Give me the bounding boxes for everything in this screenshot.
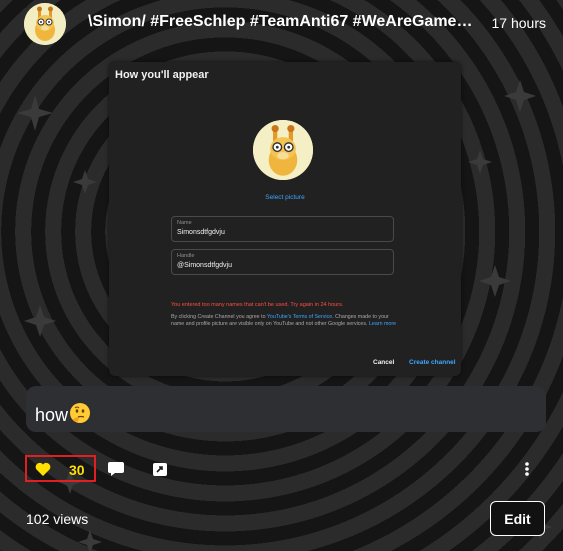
handle-field-value: @Simonsdtfgdvju <box>177 262 232 269</box>
comment-icon[interactable] <box>107 460 125 483</box>
name-field-value: Simonsdtfgdvju <box>177 229 225 236</box>
edit-button[interactable]: Edit <box>490 501 545 536</box>
post-image[interactable]: How you'll appear Select picture Name Si… <box>109 62 461 376</box>
comment-text: how <box>35 405 69 425</box>
terms-prefix: By clicking Create Channel you agree to <box>171 314 267 320</box>
post-header: \Simon/ #FreeSchlep #TeamAnti67 #WeAreGa… <box>0 0 563 48</box>
shot-title: How you'll appear <box>115 69 209 81</box>
handle-field: Handle @Simonsdtfgdvju <box>171 249 394 275</box>
comment-text-wrap: how <box>35 402 91 429</box>
giraffe-avatar-icon <box>253 120 313 180</box>
share-icon[interactable] <box>151 460 169 483</box>
post-time: 17 hours <box>491 15 546 31</box>
name-field: Name Simonsdtfgdvju <box>171 216 394 242</box>
heart-icon <box>35 462 51 482</box>
handle-field-label: Handle <box>177 253 195 259</box>
like-count: 30 <box>69 462 85 478</box>
error-message: You entered too many names that can't be… <box>171 302 344 308</box>
learn-more-link: Learn more <box>368 321 397 327</box>
thinking-face-icon <box>69 402 91 429</box>
shot-cancel-button: Cancel <box>373 359 395 366</box>
select-picture-link: Select picture <box>265 194 305 201</box>
more-vertical-icon[interactable] <box>523 460 531 483</box>
terms-link: YouTube's Terms of Service <box>266 314 333 320</box>
comment-bubble: how <box>26 386 546 432</box>
author-avatar[interactable] <box>24 3 66 45</box>
shot-avatar <box>253 120 313 180</box>
giraffe-avatar-icon <box>24 3 66 45</box>
name-field-label: Name <box>177 220 192 226</box>
post-actions: 30 <box>0 455 563 485</box>
terms-text: By clicking Create Channel you agree to … <box>171 314 399 328</box>
author-name[interactable]: \Simon/ #FreeSchlep #TeamAnti67 #WeAreGa… <box>88 13 478 31</box>
view-count: 102 views <box>26 511 89 527</box>
shot-create-channel-button: Create channel <box>409 359 456 366</box>
like-button[interactable]: 30 <box>25 455 96 482</box>
